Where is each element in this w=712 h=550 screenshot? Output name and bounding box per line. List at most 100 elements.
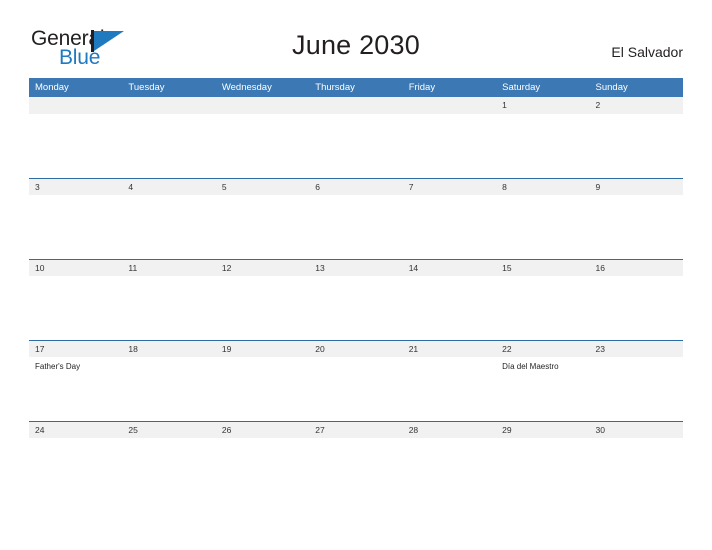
day-events	[496, 276, 589, 280]
day-events	[590, 195, 683, 199]
day-number: 15	[496, 259, 590, 276]
day-events: Día del Maestro	[496, 357, 589, 372]
holiday-event: Father's Day	[35, 362, 81, 371]
weekday-tuesday: Tuesday	[128, 82, 165, 93]
day-number	[309, 97, 403, 114]
calendar-day-cell[interactable]: 6	[309, 178, 403, 259]
day-number: 27	[309, 421, 403, 438]
day-number: 16	[589, 259, 683, 276]
day-number: 28	[402, 421, 497, 438]
day-number: 3	[29, 178, 123, 195]
day-events	[29, 114, 122, 118]
day-number: 8	[496, 178, 590, 195]
calendar-day-cell[interactable]: 19	[215, 340, 310, 421]
weekday-monday: Monday	[35, 82, 69, 93]
day-events	[216, 114, 309, 118]
calendar-week-row: 17 Father's Day 18 19 20 21 22 Día del Maestro 2…	[29, 340, 683, 421]
calendar-day-cell[interactable]: 13	[309, 259, 403, 340]
day-events	[216, 438, 309, 442]
calendar-day-cell[interactable]: 2	[589, 97, 683, 178]
day-number: 1	[496, 97, 590, 114]
day-number: 29	[496, 421, 590, 438]
day-events	[403, 114, 496, 118]
day-number: 10	[29, 259, 123, 276]
calendar-day-cell[interactable]: 22 Día del Maestro	[496, 340, 590, 421]
calendar-day-cell[interactable]: 18	[122, 340, 216, 421]
day-events	[29, 195, 122, 199]
day-number: 18	[122, 340, 216, 357]
day-events	[403, 276, 496, 280]
calendar-day-cell[interactable]: 23	[589, 340, 683, 421]
calendar-weeks: 1 2 3 4 5 6 7 8 9 10 11 12 13 14 15 16 17 Father's Day 18 1…	[29, 97, 683, 502]
day-events	[496, 114, 589, 118]
day-events	[496, 438, 589, 442]
day-number: 11	[122, 259, 216, 276]
calendar-day-cell[interactable]: 4	[122, 178, 216, 259]
calendar-day-cell[interactable]: 1	[496, 97, 590, 178]
weekday-sunday: Sunday	[595, 82, 628, 93]
day-number	[29, 97, 123, 114]
calendar-day-cell-empty	[402, 97, 497, 178]
calendar-day-cell[interactable]: 20	[309, 340, 403, 421]
calendar-day-cell[interactable]: 30	[589, 421, 683, 502]
day-events	[122, 357, 215, 361]
weekday-wednesday: Wednesday	[221, 82, 272, 93]
day-events	[122, 114, 215, 118]
day-events	[496, 195, 589, 199]
region-label: El Salvador	[611, 44, 683, 60]
calendar-week-row: 3456789	[29, 178, 683, 259]
calendar-day-cell[interactable]: 9	[589, 178, 683, 259]
day-events	[590, 276, 683, 280]
day-number: 19	[215, 340, 310, 357]
calendar-day-cell[interactable]: 21	[402, 340, 497, 421]
calendar-day-cell[interactable]: 29	[496, 421, 590, 502]
calendar-day-cell[interactable]: 26	[215, 421, 310, 502]
day-number	[402, 97, 497, 114]
calendar-week-row: 24 25 26 27 28 29 30	[29, 421, 683, 502]
weekday-header-row: Monday Tuesday Wednesday Thursday Friday…	[29, 78, 683, 97]
day-events	[309, 357, 402, 361]
day-events	[216, 357, 309, 361]
day-events	[309, 438, 402, 442]
calendar-day-cell[interactable]: 16	[589, 259, 683, 340]
calendar-day-cell[interactable]: 11	[122, 259, 216, 340]
calendar-day-cell[interactable]: 10	[29, 259, 123, 340]
calendar-day-cell[interactable]: 24	[29, 421, 123, 502]
day-number: 22	[496, 340, 590, 357]
calendar-day-cell[interactable]: 12	[215, 259, 310, 340]
day-events: Father's Day	[29, 357, 122, 372]
calendar-day-cell[interactable]: 17 Father's Day	[29, 340, 123, 421]
calendar-week-row: 10 11 12 13 14 15 16	[29, 259, 683, 340]
day-number: 2	[589, 97, 683, 114]
calendar-day-cell[interactable]: 28	[402, 421, 497, 502]
day-events	[309, 276, 402, 280]
day-number: 24	[29, 421, 123, 438]
calendar-day-cell[interactable]: 14	[402, 259, 497, 340]
day-number	[215, 97, 310, 114]
calendar-day-cell[interactable]: 5	[215, 178, 310, 259]
holiday-event: Día del Maestro	[502, 362, 559, 371]
day-events	[403, 438, 496, 442]
day-events	[29, 276, 122, 280]
calendar-day-cell[interactable]: 8	[496, 178, 590, 259]
day-number: 12	[215, 259, 310, 276]
day-events	[590, 438, 683, 442]
day-events	[403, 195, 496, 199]
calendar-day-cell-empty	[29, 97, 123, 178]
day-events	[122, 195, 215, 199]
calendar-day-cell[interactable]: 27	[309, 421, 403, 502]
calendar-week-row: 12	[29, 97, 683, 178]
day-events	[403, 357, 496, 361]
day-events	[590, 114, 683, 118]
day-number: 25	[122, 421, 216, 438]
day-number: 4	[122, 178, 216, 195]
day-number: 14	[402, 259, 497, 276]
day-number: 5	[215, 178, 310, 195]
calendar-day-cell[interactable]: 7	[402, 178, 497, 259]
calendar-day-cell[interactable]: 15	[496, 259, 590, 340]
calendar-day-cell[interactable]: 3	[29, 178, 123, 259]
day-events	[216, 195, 309, 199]
day-events	[309, 195, 402, 199]
day-events	[216, 276, 309, 280]
calendar-day-cell[interactable]: 25	[122, 421, 216, 502]
